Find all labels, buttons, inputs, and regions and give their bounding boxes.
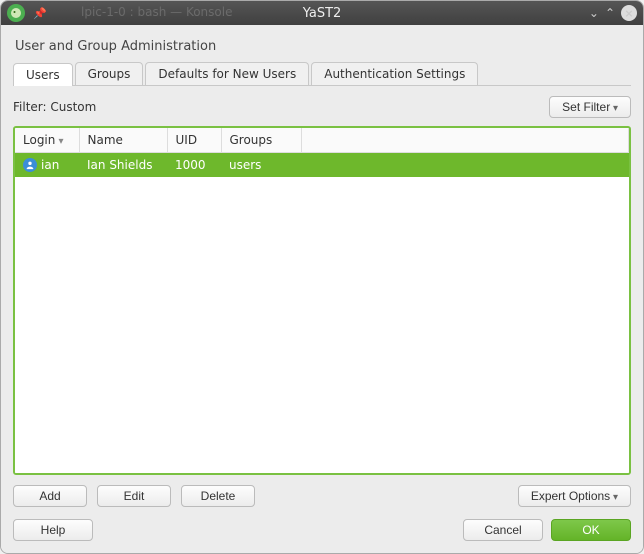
table-header-row: Login Name UID Groups bbox=[15, 128, 629, 153]
yast2-window: 📌 lpic-1-0 : bash — Konsole YaST2 ⌄ ⌃ × … bbox=[0, 0, 644, 554]
edit-button[interactable]: Edit bbox=[97, 485, 171, 507]
help-button[interactable]: Help bbox=[13, 519, 93, 541]
col-login[interactable]: Login bbox=[15, 128, 79, 153]
delete-button[interactable]: Delete bbox=[181, 485, 255, 507]
table-row[interactable]: ian Ian Shields 1000 users bbox=[15, 153, 629, 178]
minimize-icon[interactable]: ⌄ bbox=[589, 6, 599, 20]
expert-options-button[interactable]: Expert Options bbox=[518, 485, 631, 507]
tab-groups[interactable]: Groups bbox=[75, 62, 144, 85]
app-icon bbox=[7, 4, 25, 22]
ok-button[interactable]: OK bbox=[551, 519, 631, 541]
cell-groups: users bbox=[221, 153, 301, 178]
cell-login: ian bbox=[15, 153, 79, 178]
filter-row: Filter: Custom Set Filter bbox=[13, 96, 631, 118]
cell-uid: 1000 bbox=[167, 153, 221, 178]
window-controls: ⌄ ⌃ × bbox=[589, 5, 643, 21]
close-icon[interactable]: × bbox=[621, 5, 637, 21]
col-name[interactable]: Name bbox=[79, 128, 167, 153]
col-groups[interactable]: Groups bbox=[221, 128, 301, 153]
tab-bar: Users Groups Defaults for New Users Auth… bbox=[13, 62, 631, 86]
chameleon-icon bbox=[10, 7, 22, 19]
tab-defaults[interactable]: Defaults for New Users bbox=[145, 62, 309, 85]
user-icon bbox=[23, 158, 37, 172]
window-title: YaST2 bbox=[303, 6, 342, 21]
tab-users[interactable]: Users bbox=[13, 63, 73, 86]
module-title: User and Group Administration bbox=[13, 35, 631, 62]
client-area: User and Group Administration Users Grou… bbox=[1, 25, 643, 553]
table-empty-area bbox=[15, 177, 629, 473]
set-filter-button[interactable]: Set Filter bbox=[549, 96, 631, 118]
titlebar: 📌 lpic-1-0 : bash — Konsole YaST2 ⌄ ⌃ × bbox=[1, 1, 643, 25]
filter-label: Filter: Custom bbox=[13, 100, 96, 114]
tab-auth[interactable]: Authentication Settings bbox=[311, 62, 478, 85]
cancel-button[interactable]: Cancel bbox=[463, 519, 543, 541]
bottom-row: Help Cancel OK bbox=[13, 519, 631, 541]
pin-icon[interactable]: 📌 bbox=[33, 7, 47, 20]
users-table: Login Name UID Groups bbox=[13, 126, 631, 475]
background-window-title: lpic-1-0 : bash — Konsole bbox=[81, 5, 232, 19]
add-button[interactable]: Add bbox=[13, 485, 87, 507]
col-uid[interactable]: UID bbox=[167, 128, 221, 153]
action-row: Add Edit Delete Expert Options bbox=[13, 485, 631, 507]
maximize-icon[interactable]: ⌃ bbox=[605, 6, 615, 20]
cell-name: Ian Shields bbox=[79, 153, 167, 178]
col-spacer bbox=[301, 128, 629, 153]
table: Login Name UID Groups bbox=[15, 128, 629, 177]
